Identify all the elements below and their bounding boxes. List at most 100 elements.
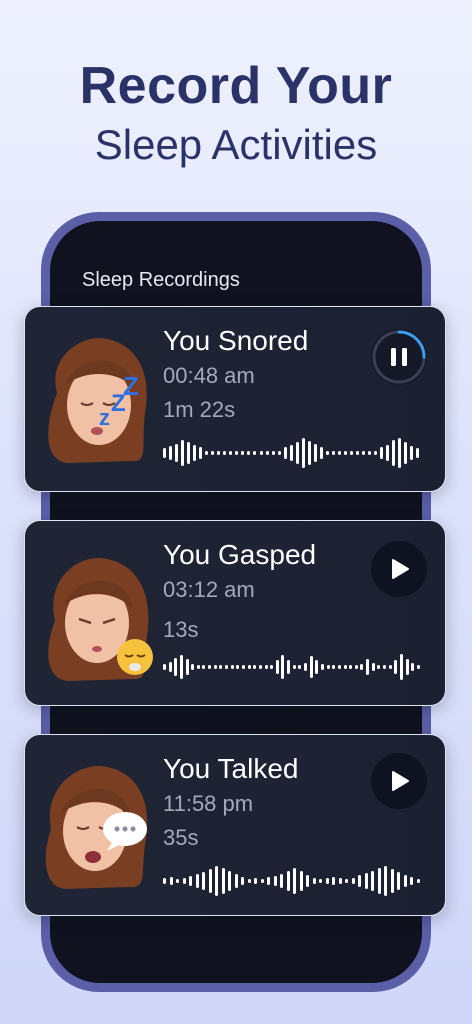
waveform-bar	[360, 664, 364, 670]
waveform-bar	[196, 665, 200, 669]
waveform-bar	[273, 876, 277, 886]
play-button[interactable]	[371, 753, 427, 809]
waveform-bar	[307, 441, 311, 465]
waveform-bar	[306, 875, 309, 887]
waveform-bar	[265, 451, 269, 455]
waveform-bar	[163, 878, 166, 884]
waveform-bar	[258, 665, 262, 669]
waveform-bar	[349, 665, 353, 669]
waveform-bar	[225, 665, 229, 669]
waveform	[163, 645, 423, 689]
waveform-bar	[230, 665, 234, 669]
waveform-bar	[371, 663, 375, 671]
waveform-bar	[331, 451, 335, 455]
waveform-bar	[364, 873, 368, 889]
waveform-bar	[253, 665, 257, 669]
recording-time: 00:48 am	[163, 363, 255, 388]
waveform-bar	[390, 869, 394, 893]
waveform-bar	[289, 445, 293, 461]
waveform-bar	[416, 879, 420, 883]
waveform-bar	[275, 660, 279, 674]
waveform-bar	[351, 878, 355, 884]
waveform-bar	[338, 878, 342, 884]
waveform-bar	[354, 665, 358, 669]
waveform-bar	[371, 871, 374, 891]
headline-line1: Record Your	[79, 57, 393, 115]
waveform-bar	[392, 440, 396, 466]
waveform-bar	[315, 660, 319, 674]
waveform-bar	[377, 868, 381, 894]
waveform-bar	[416, 448, 420, 458]
waveform-bar	[208, 665, 212, 669]
waveform-bar	[377, 665, 381, 669]
waveform-bar	[174, 658, 178, 676]
waveform-bar	[394, 660, 398, 674]
waveform-bar	[304, 663, 308, 671]
recording-info: You Talked 11:58 pm 35s	[163, 749, 298, 851]
waveform-bar	[332, 665, 336, 669]
pause-icon	[372, 330, 426, 384]
waveform-bar	[181, 440, 185, 466]
recording-card-talked[interactable]: You Talked 11:58 pm 35s	[24, 734, 446, 916]
recording-card-gasped[interactable]: You Gasped 03:12 am 13s	[24, 520, 446, 706]
svg-text:Z: Z	[123, 371, 139, 401]
waveform-bar	[229, 451, 233, 455]
waveform-bar	[313, 444, 317, 462]
recording-info: You Snored 00:48 am 1m 22s	[163, 321, 308, 423]
waveform-bar	[312, 878, 316, 884]
waveform-bar	[404, 442, 408, 464]
waveform-bar	[410, 446, 414, 460]
waveform-bar	[398, 438, 402, 468]
waveform-bar	[299, 871, 303, 891]
waveform-bar	[202, 872, 205, 890]
waveform-bar	[179, 655, 183, 679]
waveform-bar	[185, 659, 189, 675]
waveform-bar	[199, 447, 203, 459]
waveform-bar	[169, 877, 173, 885]
waveform-bar	[332, 877, 335, 885]
waveform-bar	[236, 665, 240, 669]
waveform-bar	[349, 451, 353, 455]
recording-title: You Snored	[163, 325, 309, 356]
waveform-bar	[182, 878, 186, 884]
waveform-bar	[211, 451, 215, 455]
waveform-bar	[386, 445, 390, 461]
waveform-bar	[356, 451, 359, 455]
play-button[interactable]	[371, 541, 427, 597]
avatar-talking	[37, 759, 159, 889]
play-icon	[392, 771, 409, 791]
waveform-bar	[219, 665, 223, 669]
waveform-bar	[202, 665, 206, 669]
waveform-bar	[176, 879, 179, 883]
waveform-bar	[309, 656, 313, 678]
waveform-bar	[374, 451, 378, 455]
waveform-bar	[189, 876, 192, 886]
recording-title: You Talked	[163, 753, 299, 784]
waveform-bar	[208, 869, 212, 893]
waveform-bar	[382, 665, 386, 669]
waveform-bar	[411, 663, 415, 671]
recording-card-snored[interactable]: z Z Z You Snored 00:48 am 1m 22s	[24, 306, 446, 492]
headline-line2: Sleep Activities	[94, 121, 378, 168]
svg-text:z: z	[99, 405, 110, 430]
waveform-bar	[380, 447, 384, 459]
waveform-bar	[319, 879, 322, 883]
waveform-bar	[337, 665, 341, 669]
waveform-bar	[283, 447, 287, 459]
waveform-bar	[213, 665, 217, 669]
waveform-bar	[163, 448, 166, 458]
pause-button[interactable]	[371, 329, 427, 385]
waveform-bar	[187, 442, 191, 464]
waveform-bar	[403, 875, 407, 887]
waveform-bar	[259, 451, 263, 455]
avatar-gasping	[37, 551, 159, 681]
waveform-bar	[384, 866, 387, 896]
waveform-bar	[319, 447, 323, 459]
waveform-bar	[271, 451, 275, 455]
waveform-bar	[362, 451, 366, 455]
waveform-bar	[293, 868, 296, 894]
waveform-bar	[241, 877, 244, 885]
waveform-bar	[416, 665, 420, 669]
recording-title: You Gasped	[163, 539, 317, 570]
waveform-bar	[286, 871, 290, 891]
